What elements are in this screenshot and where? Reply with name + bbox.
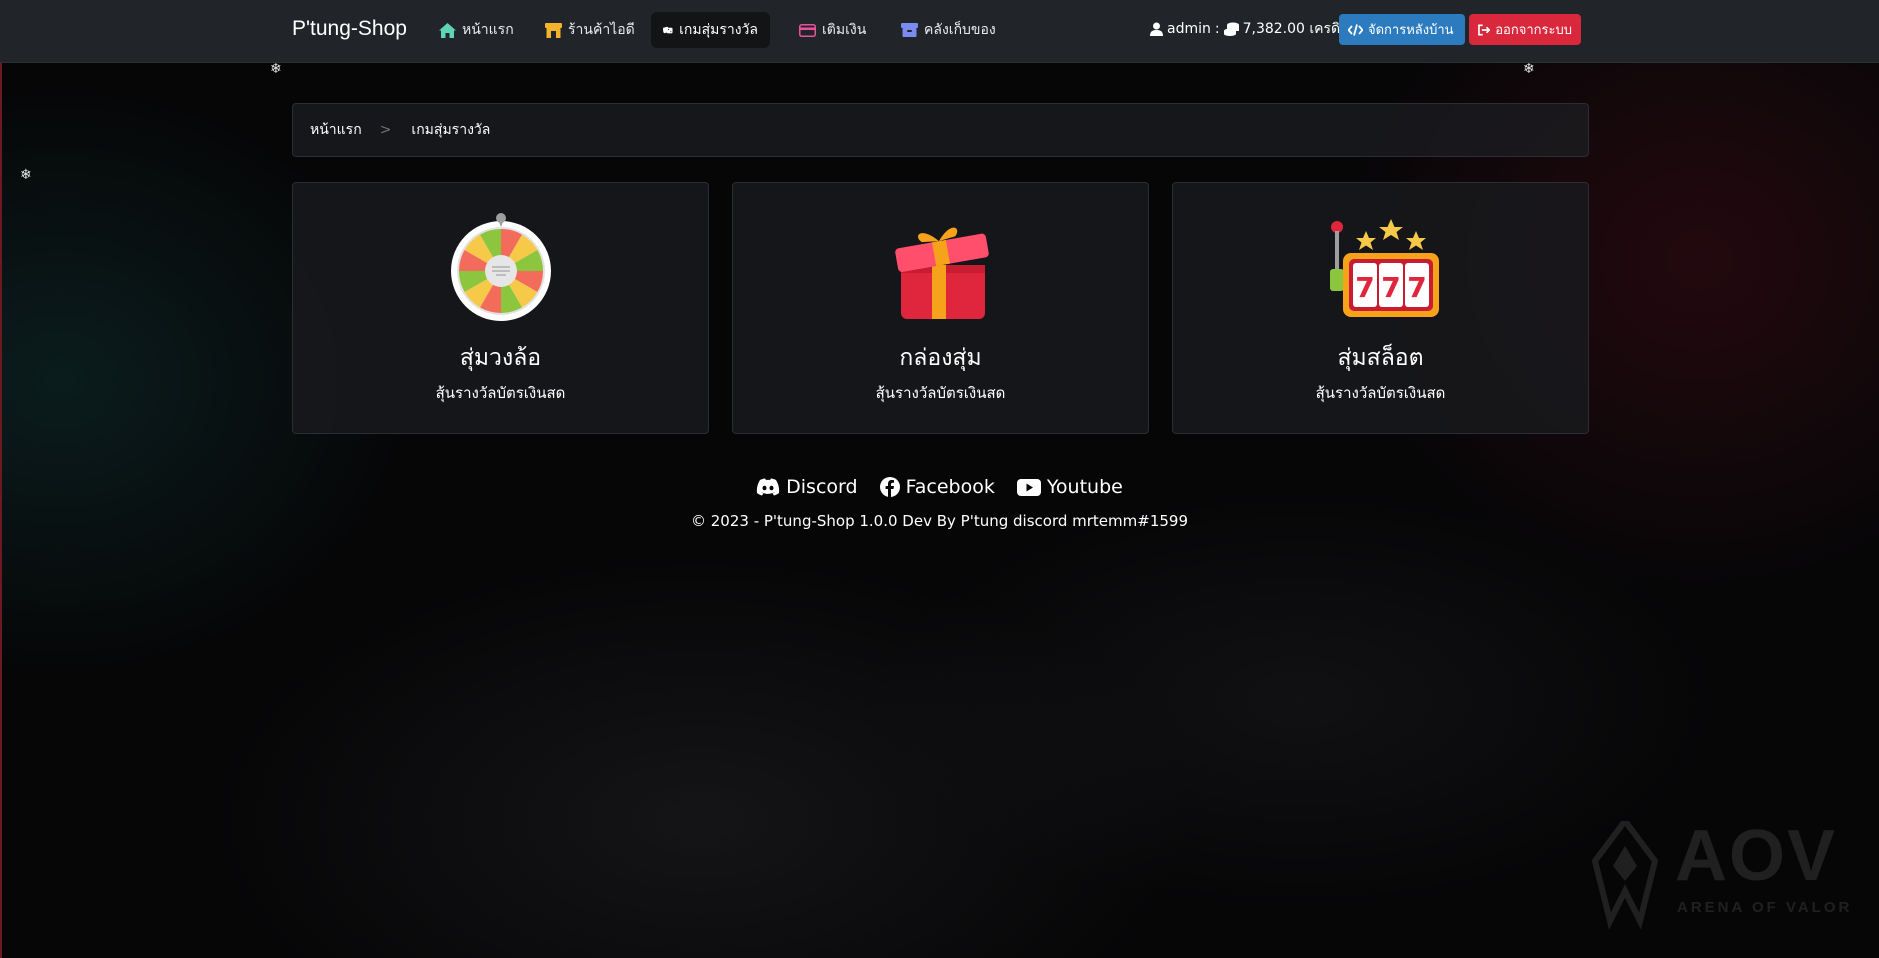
nav-item-label: ร้านค้าไอดี [568, 22, 635, 38]
username: admin [1167, 21, 1211, 37]
facebook-link[interactable]: Facebook [879, 476, 995, 498]
navbar: P'tung-Shop หน้าแรก ร้านค้าไอดี เกมสุ่มร… [0, 0, 1879, 63]
user-icon [1150, 22, 1163, 36]
snowflake-icon: ❄ [270, 61, 282, 77]
discord-link[interactable]: Discord [756, 476, 858, 498]
svg-text:7: 7 [1407, 271, 1426, 304]
snowflake-icon: ❄ [1523, 61, 1535, 77]
brand-logo[interactable]: P'tung-Shop [292, 17, 407, 41]
facebook-label: Facebook [905, 476, 995, 498]
nav-item-home[interactable]: หน้าแรก [427, 12, 526, 48]
copyright-text: © 2023 - P'tung-Shop 1.0.0 Dev By P'tung… [690, 512, 1188, 530]
breadcrumb-separator: > [379, 122, 392, 138]
game-card-giftbox[interactable]: กล่องสุ่ม สุ้นรางวัลบัตรเงินสด [732, 182, 1149, 434]
nav-item-inventory[interactable]: คลังเก็บของ [889, 12, 1008, 48]
nav-item-label: เติมเงิน [822, 22, 867, 38]
game-title: สุ่มวงล้อ [459, 345, 542, 371]
logout-label: ออกจากระบบ [1495, 23, 1572, 38]
discord-icon [757, 478, 780, 496]
nav-item-store[interactable]: ร้านค้าไอดี [533, 12, 647, 48]
user-separator: : [1214, 21, 1220, 37]
admin-panel-button[interactable]: จัดการหลังบ้าน [1339, 14, 1465, 45]
breadcrumb-home[interactable]: หน้าแรก [310, 119, 362, 141]
store-icon [545, 22, 562, 38]
snowflake-icon: ❄ [20, 167, 32, 183]
discord-label: Discord [786, 476, 858, 498]
svg-text:7: 7 [1381, 271, 1400, 304]
nav-item-label: หน้าแรก [462, 22, 514, 38]
game-subtitle: สุ้นรางวัลบัตรเงินสด [1315, 384, 1446, 402]
game-subtitle: สุ้นรางวัลบัตรเงินสด [875, 384, 1006, 402]
box-icon [901, 23, 918, 37]
home-icon [439, 22, 456, 38]
coins-icon [1223, 22, 1239, 36]
game-card-wheel[interactable]: สุ่มวงล้อ สุ้นรางวัลบัตรเงินสด [292, 182, 709, 434]
wheel-of-fortune-icon [450, 213, 551, 321]
nav-item-label: เกมสุ่มรางวัล [679, 22, 758, 38]
game-title: กล่องสุ่ม [899, 345, 982, 371]
game-card-slot[interactable]: 7 7 7 สุ่มสล็อต สุ้นรางวัลบัตรเงินสด [1172, 182, 1589, 434]
nav-item-label: คลังเก็บของ [924, 22, 996, 38]
svg-text:7: 7 [1355, 271, 1374, 304]
aov-watermark-logo: AOV ARENA OF VALOR [1585, 815, 1865, 935]
facebook-icon [879, 477, 900, 497]
breadcrumb: หน้าแรก > เกมสุ่มรางวัล [292, 103, 1589, 157]
slot-machine-icon: 7 7 7 [1329, 219, 1439, 317]
youtube-link[interactable]: Youtube [1016, 476, 1123, 498]
credit-balance: 7,382.00 เครดิต [1242, 21, 1350, 37]
credit-card-icon [799, 23, 816, 37]
dice-icon [663, 26, 673, 34]
youtube-icon [1016, 478, 1041, 496]
code-icon [1348, 23, 1363, 36]
admin-panel-label: จัดการหลังบ้าน [1368, 23, 1454, 38]
game-title: สุ่มสล็อต [1337, 345, 1424, 371]
sign-out-icon [1478, 23, 1491, 36]
footer-links: Discord Facebook Youtube [0, 476, 1879, 498]
youtube-label: Youtube [1046, 476, 1123, 498]
user-info[interactable]: admin : 7,382.00 เครดิต [1150, 18, 1349, 40]
watermark-subtitle: ARENA OF VALOR [1677, 899, 1853, 916]
breadcrumb-current: เกมสุ่มรางวัล [411, 122, 491, 138]
logout-button[interactable]: ออกจากระบบ [1469, 14, 1581, 45]
watermark-title: AOV [1675, 816, 1838, 896]
page: AOV ARENA OF VALOR ❄ ❄ ❄ P'tung-Shop หน้… [0, 0, 1879, 958]
nav-item-games[interactable]: เกมสุ่มรางวัล [651, 12, 770, 48]
gift-box-icon [894, 227, 989, 319]
game-subtitle: สุ้นรางวัลบัตรเงินสด [435, 384, 566, 402]
nav-item-topup[interactable]: เติมเงิน [787, 12, 878, 48]
